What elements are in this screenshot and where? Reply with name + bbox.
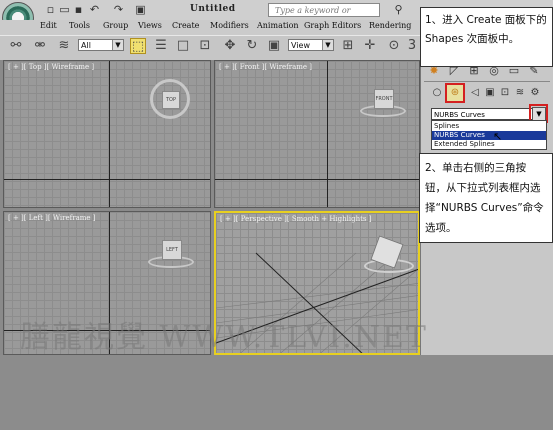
shape-type-list: Splines NURBS Curves Extended Splines (431, 120, 547, 150)
shapes-icon[interactable]: ⊛ (445, 83, 465, 103)
menu-rendering[interactable]: Rendering (369, 21, 411, 30)
project-icon[interactable]: ▣ (134, 3, 147, 16)
viewcube-icon[interactable]: LEFT (162, 240, 182, 260)
menu-graph-editors[interactable]: Graph Editors (304, 21, 361, 30)
open-file-icon[interactable]: ▭ (58, 3, 71, 16)
grid-axis (4, 179, 210, 180)
grid-axis (109, 61, 110, 207)
selection-filter-value: All (81, 41, 91, 50)
menu-modifiers[interactable]: Modifiers (210, 21, 249, 30)
unlink-icon[interactable]: ⚮ (32, 38, 48, 54)
selection-filter-select[interactable]: All ▼ (78, 39, 124, 51)
lights-icon[interactable]: ◁ (468, 86, 482, 100)
option-nurbs-curves[interactable]: NURBS Curves (432, 131, 546, 140)
option-splines[interactable]: Splines (432, 122, 546, 131)
undo-icon[interactable]: ↶ (88, 3, 101, 16)
select-object-icon[interactable]: ⬚ (130, 38, 146, 54)
menu-create[interactable]: Create (172, 21, 199, 30)
mouse-cursor-icon: ↖ (493, 130, 503, 143)
move-icon[interactable]: ✥ (222, 38, 238, 54)
select-by-name-icon[interactable]: ☰ (153, 38, 169, 54)
search-input[interactable]: Type a keyword or phrase (268, 3, 380, 29)
viewport-label: [ + ][ Front ][ Wireframe ] (219, 63, 313, 71)
redo-icon[interactable]: ↷ (112, 3, 125, 16)
menu-tools[interactable]: Tools (69, 21, 90, 30)
grid-axis (327, 61, 328, 207)
viewcube-icon[interactable]: TOP (162, 91, 180, 109)
chevron-down-icon: ▼ (322, 40, 333, 50)
save-icon[interactable]: ▪ (72, 3, 85, 16)
systems-icon[interactable]: ⚙ (528, 86, 542, 100)
new-file-icon[interactable]: ▫ (44, 3, 57, 16)
status-area (0, 355, 553, 430)
document-title: Untitled (190, 4, 236, 14)
select-manipulate-icon[interactable]: ✛ (362, 38, 378, 54)
helpers-icon[interactable]: ⊡ (498, 86, 512, 100)
reference-coordinate-select[interactable]: View ▼ (288, 39, 334, 51)
viewport-label: [ + ][ Perspective ][ Smooth + Highlight… (220, 215, 372, 223)
bind-space-warp-icon[interactable]: ≋ (56, 38, 72, 54)
viewport-top[interactable]: [ + ][ Top ][ Wireframe ] TOP (3, 60, 211, 208)
callout-step-2: 2、单击右侧的三角按钮，从下拉式列表框内选择“NURBS Curves”命令选项… (419, 153, 553, 243)
grid-axis (215, 179, 419, 180)
pivot-center-icon[interactable]: ⊞ (340, 38, 356, 54)
geometry-icon[interactable]: ○ (430, 86, 444, 100)
reference-coordinate-value: View (291, 41, 310, 50)
space-warps-icon[interactable]: ≋ (513, 86, 527, 100)
viewport-label: [ + ][ Left ][ Wireframe ] (8, 214, 96, 222)
menu-edit[interactable]: Edit (40, 21, 57, 30)
callout-step-1: 1、进入 Create 面板下的 Shapes 次面板中。 (420, 7, 553, 67)
option-extended-splines[interactable]: Extended Splines (432, 140, 546, 149)
rectangular-selection-icon[interactable]: □ (175, 38, 191, 54)
menu-animation[interactable]: Animation (257, 21, 299, 30)
viewcube-icon[interactable]: FRONT (374, 89, 394, 109)
cameras-icon[interactable]: ▣ (483, 86, 497, 100)
menu-group[interactable]: Group (103, 21, 128, 30)
link-icon[interactable]: ⚯ (8, 38, 24, 54)
snap-toggle-icon[interactable]: ⊙ (386, 38, 402, 54)
window-crossing-icon[interactable]: ⊡ (197, 38, 213, 54)
menu-views[interactable]: Views (138, 21, 162, 30)
viewport-label: [ + ][ Top ][ Wireframe ] (8, 63, 95, 71)
viewport-grid (215, 61, 419, 207)
snap-3-icon[interactable]: 3 (404, 38, 420, 54)
chevron-down-icon: ▼ (112, 40, 123, 50)
viewport-front[interactable]: [ + ][ Front ][ Wireframe ] FRONT (214, 60, 420, 208)
watermark: 膳龍視覺 WWW.TLVI.NET (20, 320, 428, 355)
search-binoculars-icon[interactable]: ⚲ (392, 3, 405, 16)
divider (424, 81, 550, 82)
scale-icon[interactable]: ▣ (266, 38, 282, 54)
rotate-icon[interactable]: ↻ (244, 38, 260, 54)
